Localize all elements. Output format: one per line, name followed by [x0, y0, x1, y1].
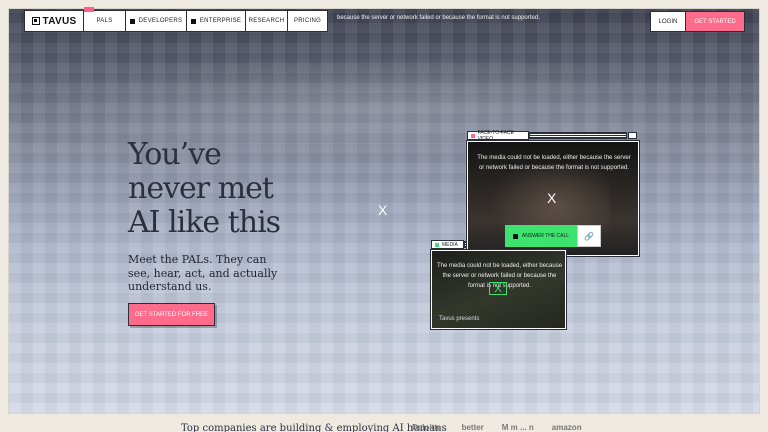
- new-badge: [84, 7, 94, 12]
- media-window-tab[interactable]: MEDIA: [431, 240, 464, 249]
- video-error-message: The media could not be loaded, either be…: [477, 155, 631, 171]
- hero-subtext: Meet the PALs. They can see, hear, act, …: [128, 253, 278, 293]
- answer-call-label: ANSWER THE CALL: [521, 233, 570, 239]
- close-icon[interactable]: X: [547, 190, 556, 206]
- close-icon[interactable]: X: [378, 202, 387, 218]
- nav-actions: LOGIN GET STARTED: [650, 11, 745, 32]
- window-close-icon[interactable]: [628, 132, 637, 139]
- better-logo: better: [461, 423, 484, 432]
- media-caption: Tavus presents: [439, 316, 480, 322]
- link-icon: 🔗: [584, 231, 594, 241]
- pink-square-icon: [471, 133, 475, 138]
- answer-call-button[interactable]: ANSWER THE CALL: [505, 225, 577, 247]
- nav-item-label: RESEARCH: [248, 18, 285, 24]
- hero-headline: You’ve never met AI like this: [128, 138, 328, 240]
- window-titlebar-stripes: [464, 241, 467, 248]
- nav-item-label: PRICING: [293, 18, 322, 24]
- login-button[interactable]: LOGIN: [650, 11, 686, 32]
- nav-item-enterprise[interactable]: ENTERPRISE: [187, 10, 246, 32]
- top-nav: TAVUS PALS DEVELOPERS ENTERPRISE RESEARC…: [24, 7, 328, 32]
- square-icon: [129, 18, 135, 24]
- get-started-button[interactable]: GET STARTED: [686, 11, 745, 32]
- headline-line: You’ve: [128, 137, 222, 172]
- square-icon: [512, 233, 518, 239]
- link-button[interactable]: 🔗: [577, 225, 601, 247]
- amazon-logo: amazon: [551, 423, 582, 432]
- company-logo: M m ... n: [501, 423, 534, 432]
- video-window-tab[interactable]: FACE-TO-FACE VIDEO: [467, 129, 529, 142]
- square-icon: [190, 18, 196, 24]
- video-window-title: FACE-TO-FACE VIDEO: [477, 129, 514, 142]
- nav-item-label: ENTERPRISE: [199, 18, 242, 24]
- company-logos: Deloitte. better M m ... n amazon: [412, 423, 582, 432]
- tavus-logo[interactable]: TAVUS: [24, 10, 84, 32]
- media-window-title: MEDIA: [442, 241, 458, 248]
- headline-line: AI like this: [128, 205, 281, 240]
- window-titlebar-stripes: [529, 132, 627, 139]
- nav-item-pricing[interactable]: PRICING: [288, 10, 328, 32]
- deloitte-logo: Deloitte.: [412, 423, 444, 432]
- nav-item-label: DEVELOPERS: [138, 18, 183, 24]
- get-started-free-button[interactable]: GET STARTED FOR FREE: [128, 303, 215, 326]
- nav-item-label: PALS: [96, 18, 113, 24]
- companies-headline: Top companies are building & employing A…: [181, 423, 447, 432]
- green-square-icon: [435, 242, 439, 247]
- nav-item-developers[interactable]: DEVELOPERS: [126, 10, 187, 32]
- tavus-logo-icon: [31, 17, 40, 25]
- logo-text: TAVUS: [42, 15, 77, 27]
- nav-media-error: because the server or network failed or …: [337, 15, 540, 21]
- headline-line: never met: [128, 171, 274, 206]
- nav-item-research[interactable]: RESEARCH: [246, 10, 288, 32]
- nav-item-pals[interactable]: PALS: [84, 7, 126, 32]
- close-icon[interactable]: X: [489, 282, 507, 295]
